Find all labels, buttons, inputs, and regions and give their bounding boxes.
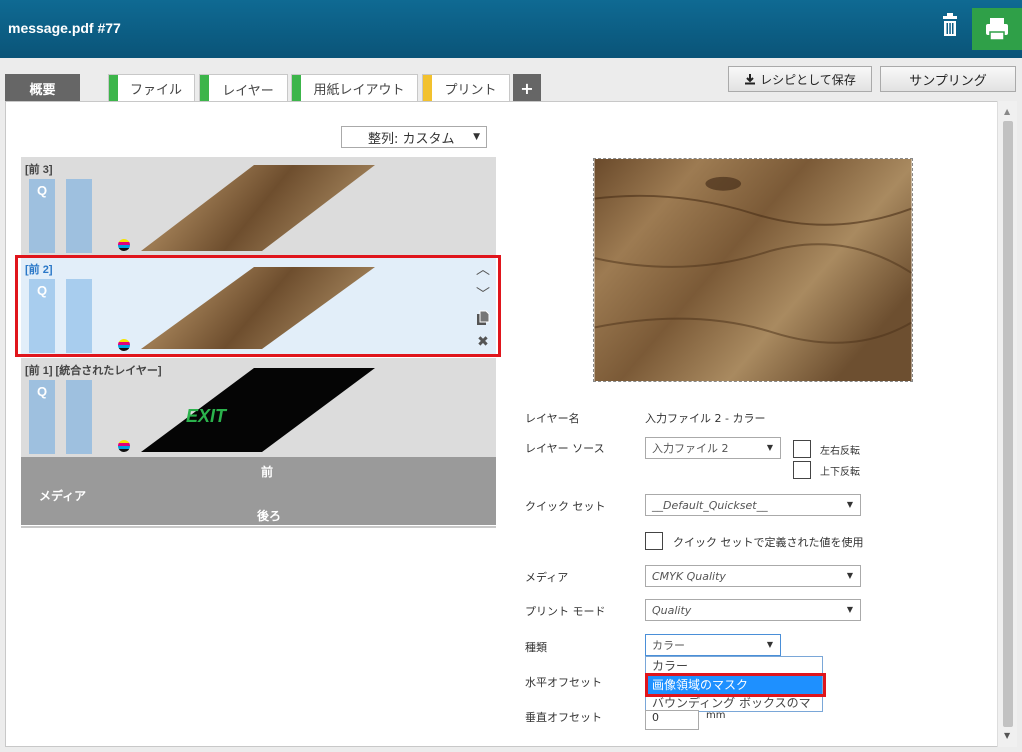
flip-horizontal-checkbox[interactable] <box>793 440 811 458</box>
layer-name-value: 入力ファイル 2 - カラー <box>645 412 766 425</box>
chevron-down-icon[interactable]: ﹀ <box>474 284 492 304</box>
tab-paper-layout[interactable]: 用紙レイアウト <box>291 74 418 102</box>
add-tab-button[interactable]: + <box>513 74 541 102</box>
align-select[interactable]: 整列: カスタム ▼ <box>341 126 487 148</box>
quality-bar: Q <box>29 380 55 454</box>
layer-preview-image <box>593 158 913 382</box>
option-highlight <box>645 673 826 697</box>
layer-thumbnail-exit <box>141 368 375 452</box>
media-select[interactable]: CMYK Quality ▼ <box>645 565 861 587</box>
scroll-down-icon[interactable]: ▼ <box>1004 731 1010 740</box>
layer-source-select[interactable]: 入力ファイル 2 ▼ <box>645 437 781 459</box>
layer-source-label: レイヤー ソース <box>525 442 605 455</box>
chevron-down-icon: ▼ <box>766 640 773 649</box>
title-bar: message.pdf #77 <box>0 0 1022 58</box>
chevron-down-icon: ▼ <box>846 500 853 509</box>
scroll-up-icon[interactable]: ▲ <box>1004 107 1010 116</box>
print-button[interactable] <box>972 8 1022 50</box>
tab-layer[interactable]: レイヤー <box>199 74 288 104</box>
plus-icon: + <box>520 78 534 98</box>
print-mode-select[interactable]: Quality ▼ <box>645 599 861 621</box>
use-quickset-label: クイック セットで定義された値を使用 <box>673 536 864 549</box>
flip-horizontal-label: 左右反転 <box>820 446 860 457</box>
quality-bar: Q <box>29 179 55 253</box>
layer-name-label: レイヤー名 <box>525 412 580 425</box>
chevron-down-icon: ▼ <box>846 605 853 614</box>
printer-icon <box>986 18 1008 41</box>
media-box: 前 メディア 後ろ <box>21 457 496 525</box>
chevron-down-icon: ▼ <box>766 443 773 452</box>
layer-thumbnail-wood <box>141 165 375 251</box>
save-recipe-button[interactable]: レシピとして保存 <box>728 66 872 92</box>
layer-row-front1[interactable]: [前 1] [統合されたレイヤー] Q EXIT <box>21 358 496 458</box>
type-label: 種類 <box>525 641 547 654</box>
delete-icon[interactable]: ✖ <box>474 334 492 350</box>
v-offset-unit: mm <box>706 710 726 721</box>
color-bar <box>66 179 130 253</box>
print-mode-label: プリント モード <box>525 605 606 618</box>
v-offset-input[interactable]: 0 <box>645 710 699 730</box>
chevron-down-icon: ▼ <box>473 132 480 142</box>
chevron-up-icon[interactable]: ︿ <box>474 259 492 279</box>
tab-file[interactable]: ファイル <box>108 74 195 102</box>
download-icon <box>745 74 756 85</box>
tab-overview[interactable]: 概要 <box>5 74 80 102</box>
chevron-down-icon: ▼ <box>846 571 853 580</box>
type-select[interactable]: カラー ▼ <box>645 634 781 656</box>
trash-icon[interactable] <box>930 8 970 48</box>
quickset-select[interactable]: __Default_Quickset__ ▼ <box>645 494 861 516</box>
h-offset-label: 水平オフセット <box>525 676 602 689</box>
layer-row-front3[interactable]: [前 3] Q <box>21 157 496 257</box>
v-offset-label: 垂直オフセット <box>525 711 602 724</box>
color-bar <box>66 380 130 454</box>
window-title: message.pdf #77 <box>8 20 121 36</box>
exit-text: EXIT <box>186 406 227 426</box>
media-label: メディア <box>525 571 569 584</box>
use-quickset-checkbox[interactable] <box>645 532 663 550</box>
flip-vertical-label: 上下反転 <box>820 467 860 478</box>
tab-print[interactable]: プリント <box>422 74 510 102</box>
cmyk-icon <box>118 440 130 452</box>
scrollbar[interactable]: ▲ ▼ <box>997 101 1017 747</box>
selection-highlight <box>15 255 501 357</box>
sampling-button[interactable]: サンプリング <box>880 66 1016 92</box>
quickset-label: クイック セット <box>525 500 606 513</box>
copy-icon[interactable] <box>474 310 492 330</box>
cmyk-icon <box>118 239 130 251</box>
flip-vertical-checkbox[interactable] <box>793 461 811 479</box>
scrollbar-thumb[interactable] <box>1003 121 1013 727</box>
